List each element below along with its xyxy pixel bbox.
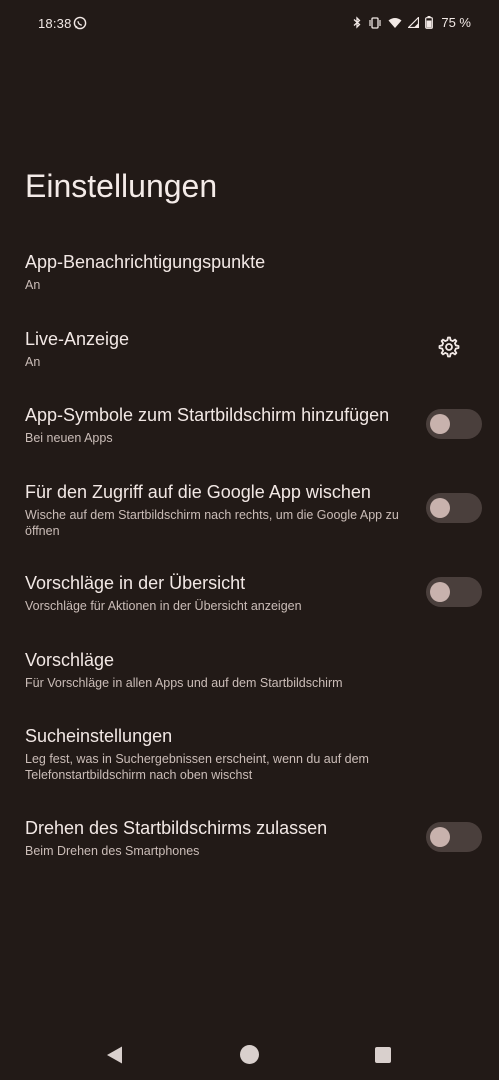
setting-title: Vorschläge in der Übersicht	[25, 573, 246, 593]
setting-title: App-Benachrichtigungspunkte	[25, 252, 266, 272]
battery-percent: 75 %	[441, 15, 471, 30]
setting-summary: Leg fest, was in Suchergebnissen erschei…	[25, 752, 369, 782]
setting-summary: Bei neuen Apps	[25, 431, 113, 445]
setting-suggestions[interactable]: Vorschläge Für Vorschläge in allen Apps …	[0, 650, 499, 700]
allow-rotation-toggle[interactable]	[426, 822, 482, 852]
setting-notification-dots[interactable]: App-Benachrichtigungspunkte An	[0, 252, 499, 302]
overview-suggestions-toggle[interactable]	[426, 577, 482, 607]
page-title: Einstellungen	[25, 168, 218, 204]
toggle-knob	[430, 498, 450, 518]
toggle-knob	[430, 582, 450, 602]
setting-overview-suggestions[interactable]: Vorschläge in der Übersicht Vorschläge f…	[0, 573, 499, 623]
setting-summary: Für Vorschläge in allen Apps und auf dem…	[25, 676, 343, 690]
status-icons: 75 %	[352, 15, 471, 30]
battery-icon	[425, 16, 434, 29]
setting-title: Für den Zugriff auf die Google App wisch…	[25, 482, 371, 502]
status-bar: 18:38 75 %	[0, 0, 499, 50]
wifi-icon	[388, 17, 402, 29]
recents-icon[interactable]	[375, 1047, 391, 1063]
vibrate-icon	[368, 16, 382, 29]
home-icon[interactable]	[240, 1045, 259, 1064]
back-icon[interactable]	[106, 1045, 123, 1070]
setting-summary: Beim Drehen des Smartphones	[25, 844, 200, 858]
bluetooth-icon	[352, 16, 362, 29]
setting-title: Vorschläge	[25, 650, 115, 670]
setting-summary: Wische auf dem Startbildschirm nach rech…	[25, 508, 399, 538]
signal-icon	[408, 17, 420, 28]
setting-title: Drehen des Startbildschirms zulassen	[25, 818, 328, 838]
setting-title: Live-Anzeige	[25, 329, 130, 349]
whatsapp-icon	[73, 16, 87, 35]
setting-allow-rotation[interactable]: Drehen des Startbildschirms zulassen Bei…	[0, 818, 499, 868]
status-time: 18:38	[38, 16, 72, 31]
setting-summary: Vorschläge für Aktionen in der Übersicht…	[25, 599, 302, 613]
setting-live-display[interactable]: Live-Anzeige An	[0, 329, 499, 379]
toggle-knob	[430, 414, 450, 434]
setting-title: Sucheinstellungen	[25, 726, 173, 746]
setting-add-app-icons[interactable]: App-Symbole zum Startbildschirm hinzufüg…	[0, 405, 499, 455]
setting-title: App-Symbole zum Startbildschirm hinzufüg…	[25, 405, 390, 425]
navigation-bar	[0, 1030, 499, 1080]
setting-summary: An	[25, 278, 41, 292]
gear-icon[interactable]	[437, 335, 461, 359]
toggle-knob	[430, 827, 450, 847]
setting-search-settings[interactable]: Sucheinstellungen Leg fest, was in Suche…	[0, 726, 499, 786]
swipe-google-app-toggle[interactable]	[426, 493, 482, 523]
setting-swipe-google-app[interactable]: Für den Zugriff auf die Google App wisch…	[0, 482, 499, 542]
setting-summary: An	[25, 355, 41, 369]
add-app-icons-toggle[interactable]	[426, 409, 482, 439]
